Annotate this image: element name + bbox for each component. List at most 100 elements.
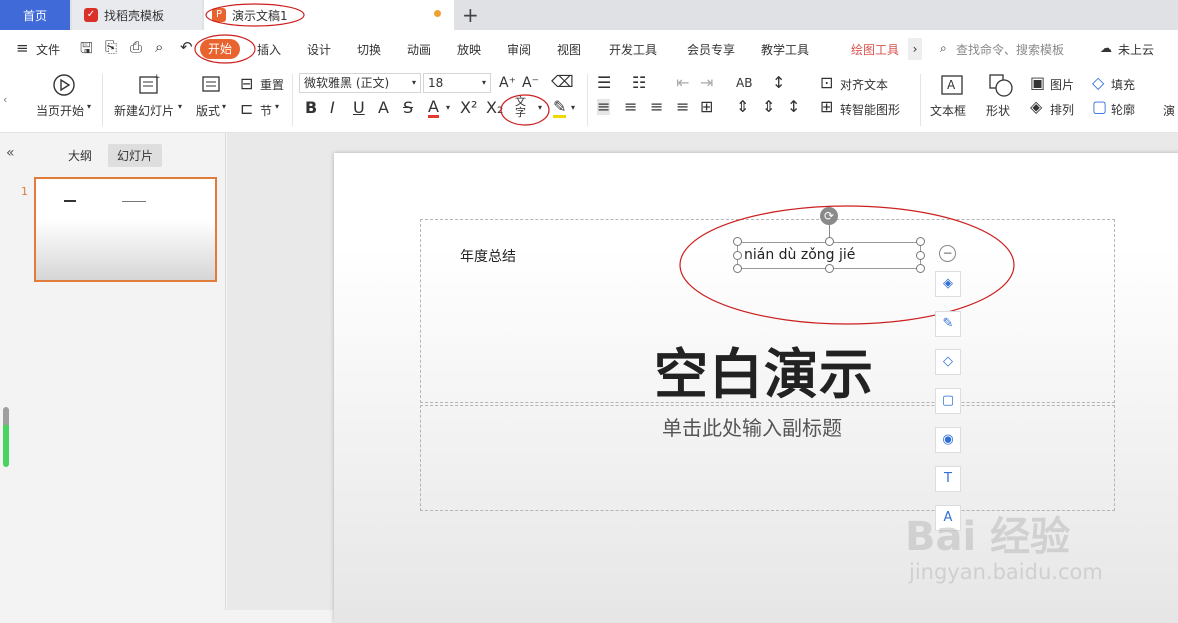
underline-icon[interactable]: U [353,100,365,116]
convert-smartart-button[interactable]: 转智能图形 [840,101,900,118]
scroll-indicator[interactable] [3,407,9,467]
save-icon[interactable]: 🖫 [80,38,93,63]
dropdown-arrow-icon[interactable]: ▾ [571,103,575,112]
pen-icon[interactable]: ✎ [935,311,961,337]
bold-icon[interactable]: B [305,100,317,116]
strikethrough-icon[interactable]: S [403,100,413,116]
new-tab-button[interactable]: + [462,3,479,27]
textbox-button[interactable]: 文本框 [930,102,966,119]
print-icon[interactable]: ⎙ [130,38,142,56]
menu-teaching[interactable]: 教学工具 [761,41,809,58]
menu-drawing-tools[interactable]: 绘图工具 [851,41,899,58]
reset-button[interactable]: 重置 [260,76,284,93]
decrease-font-icon[interactable]: A⁻ [522,75,539,91]
slide-text-annual-summary[interactable]: 年度总结 [460,246,516,266]
collapse-panel-icon[interactable]: « [6,145,15,161]
align-text-button[interactable]: 对齐文本 [840,76,888,93]
paragraph-spacing-icon[interactable]: ⇕ [736,99,749,115]
shape-button[interactable]: 形状 [986,102,1010,119]
ribbon-overflow-label[interactable]: 演 [1163,102,1175,119]
tab-template[interactable]: ✓ 找稻壳模板 [72,0,202,30]
increase-indent-icon[interactable]: ⇥ [700,75,713,91]
play-from-current-button[interactable]: 当页开始 [36,102,84,119]
column-spacing-icon[interactable]: ⇕ [762,99,775,115]
dropdown-arrow-icon[interactable]: ▾ [178,102,182,111]
tab-home[interactable]: 首页 [0,0,70,30]
bullets-icon[interactable]: ☰ [597,75,611,91]
decrease-indent-icon[interactable]: ⇤ [676,75,689,91]
menu-review[interactable]: 审阅 [507,41,531,58]
textbox-icon[interactable]: A [940,73,964,97]
italic-icon[interactable]: I [330,100,335,116]
dropdown-arrow-icon[interactable]: ▾ [87,102,91,111]
border-icon[interactable]: ▢ [935,388,961,414]
clear-format-icon[interactable]: ⌫ [551,74,574,90]
menu-file[interactable]: 文件 [36,41,60,58]
distribute-icon[interactable]: ⊞ [700,99,713,115]
cloud-status[interactable]: 未上云 [1118,41,1154,58]
outline-button[interactable]: 轮廓 [1111,101,1135,118]
numbering-icon[interactable]: ☷ [632,75,646,91]
menu-member[interactable]: 会员专享 [687,41,735,58]
align-left-icon[interactable]: ≡ [597,99,611,115]
align-right-icon[interactable]: ≡ [650,99,663,115]
slide-thumbnail[interactable] [34,177,217,282]
reset-icon[interactable]: ⊟ [240,76,253,92]
arrange-icon[interactable]: ◈ [1030,99,1042,115]
text-shadow-icon[interactable]: A [378,100,389,116]
layout-icon[interactable] [201,75,221,93]
new-slide-icon[interactable]: + [137,72,161,96]
section-icon[interactable]: ⊏ [240,101,253,117]
section-button[interactable]: 节 [260,102,272,119]
justify-icon[interactable]: ≡ [676,99,689,115]
text-direction-icon[interactable]: AB [736,75,752,91]
spacing-icon[interactable]: ↕ [787,99,800,115]
font-size-select[interactable]: 18 ▾ [423,73,491,93]
outline-icon[interactable]: ▢ [1092,99,1107,115]
menu-design[interactable]: 设计 [307,41,331,58]
export-icon[interactable]: ⎘ [105,38,117,56]
search-icon[interactable]: ⌕ [940,41,947,56]
fill-icon[interactable]: ◇ [1092,75,1104,91]
menu-show[interactable]: 放映 [457,41,481,58]
increase-font-icon[interactable]: A⁺ [499,75,516,91]
idea-bulb-icon[interactable]: ◉ [935,427,961,453]
font-name-select[interactable]: 微软雅黑 (正文) ▾ [299,73,421,93]
menu-view[interactable]: 视图 [557,41,581,58]
menu-switch[interactable]: 切换 [357,41,381,58]
minus-icon[interactable]: − [939,245,956,262]
ribbon-collapse-icon[interactable]: ‹ [3,92,7,108]
menu-animation[interactable]: 动画 [407,41,431,58]
layout-button[interactable]: 版式 [196,102,220,119]
highlight-icon[interactable]: ✎ [553,99,567,118]
picture-icon[interactable]: ▣ [1030,75,1045,91]
font-color-icon[interactable]: A [428,99,439,118]
dropdown-arrow-icon[interactable]: ▾ [446,103,450,112]
align-center-icon[interactable]: ≡ [624,99,637,115]
fill-bucket-icon[interactable]: ◇ [935,349,961,375]
slide-title[interactable]: 空白演示 [654,330,874,409]
cloud-icon[interactable]: ☁ [1100,41,1112,55]
fill-button[interactable]: 填充 [1111,76,1135,93]
hamburger-icon[interactable]: ≡ [16,39,29,57]
arrange-button[interactable]: 排列 [1050,101,1074,118]
layers-icon[interactable]: ◈ [935,271,961,297]
menu-devtools[interactable]: 开发工具 [609,41,657,58]
undo-icon[interactable]: ↶ [180,38,193,56]
tab-slides[interactable]: 幻灯片 [108,144,163,167]
align-text-icon[interactable]: ⊡ [820,75,833,91]
new-slide-button[interactable]: 新建幻灯片 [114,102,174,119]
dropdown-arrow-icon[interactable]: ▾ [275,102,279,111]
menu-scroll-right-icon[interactable]: › [908,38,922,60]
slide-subtitle[interactable]: 单击此处输入副标题 [662,412,842,441]
tab-outline[interactable]: 大纲 [68,147,92,164]
picture-button[interactable]: 图片 [1050,76,1074,93]
search-commands[interactable]: 查找命令、搜索模板 [956,41,1064,58]
dropdown-arrow-icon[interactable]: ▾ [222,102,226,111]
shape-icon[interactable] [988,73,1014,97]
superscript-icon[interactable]: X² [460,100,477,116]
play-icon[interactable] [52,73,76,97]
smartart-icon[interactable]: ⊞ [820,99,833,115]
menu-insert[interactable]: 插入 [257,41,281,58]
print-preview-icon[interactable]: ⌕ [155,38,163,56]
